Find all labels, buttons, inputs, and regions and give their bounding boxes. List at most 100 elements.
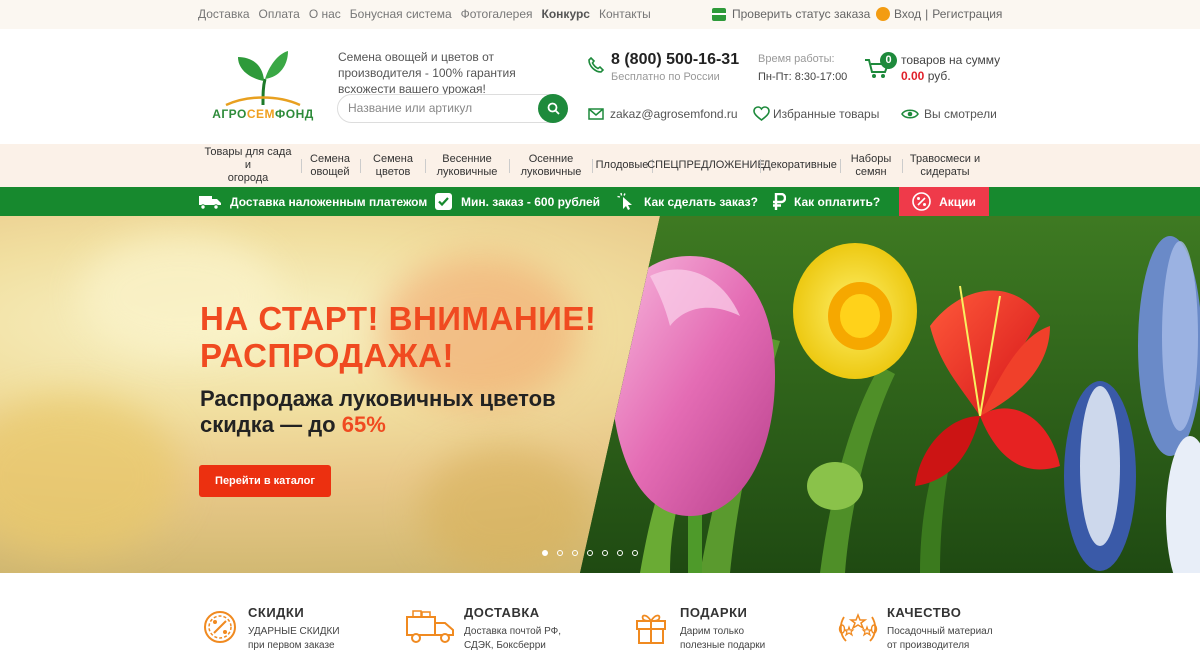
how-to-pay-link[interactable]: Как оплатить? (772, 187, 880, 216)
top-link-payment[interactable]: Оплата (259, 7, 300, 21)
slider-dot[interactable] (557, 550, 563, 556)
promotions-label: Акции (939, 194, 976, 209)
category-fruit[interactable]: Плодовые (595, 144, 649, 187)
feature-text: Доставка почтой РФ, СДЭК, Боксберри (464, 625, 561, 653)
slider-dot[interactable] (587, 550, 593, 556)
category-label-line1: Наборы (850, 152, 892, 165)
hero-slider: НА СТАРТ! ВНИМАНИЕ! РАСПРОДАЖА! Распрода… (0, 216, 1200, 573)
search-button[interactable] (538, 94, 568, 123)
category-label: Товары для сада и огорода (200, 146, 296, 185)
how-to-pay-label: Как оплатить? (794, 194, 881, 209)
check-status-label: Проверить статус заказа (732, 7, 871, 21)
category-vegetable-seeds[interactable]: Семена овощей (306, 144, 354, 187)
feature-title: СКИДКИ (248, 605, 305, 620)
category-label: Декоративные (763, 159, 837, 171)
favorites-link[interactable]: Избранные товары (773, 107, 879, 121)
feature-text-line1: Доставка почтой РФ, (464, 626, 562, 637)
phone-number[interactable]: 8 (800) 500-16-31 (611, 51, 739, 69)
hero-subtitle: Распродажа луковичных цветов скидка — до… (200, 386, 556, 438)
top-link-gallery[interactable]: Фотогалерея (461, 7, 533, 21)
category-label-line2: луковичные (520, 165, 582, 178)
feature-title: ДОСТАВКА (464, 605, 540, 620)
promotions-button[interactable]: Акции (899, 187, 989, 216)
check-status-link[interactable]: Проверить статус заказа (712, 7, 870, 21)
features-row: СКИДКИ УДАРНЫЕ СКИДКИ при первом заказе Д… (0, 573, 1200, 664)
delivery-truck-icon (406, 610, 454, 643)
category-label-line2: сидераты (920, 165, 970, 178)
cart-sum-value: 0.00 (901, 69, 925, 83)
search-box (337, 94, 568, 123)
cod-delivery-link[interactable]: Доставка наложенным платежом (198, 187, 427, 216)
feature-title: ПОДАРКИ (680, 605, 748, 620)
category-spring-bulbs[interactable]: Весенние луковичные (432, 144, 502, 187)
feature-text-line2: при первом заказе (248, 640, 335, 651)
logo-text: АГРОСЕМФОНД (208, 107, 318, 121)
email-link[interactable]: zakaz@agrosemfond.ru (610, 107, 738, 121)
category-label: Осенние луковичные (521, 153, 582, 179)
register-link[interactable]: Регистрация (932, 7, 1002, 21)
slider-dot[interactable] (602, 550, 608, 556)
category-label-line2: семян (855, 165, 887, 178)
slider-dots (542, 550, 638, 556)
hero-title: НА СТАРТ! ВНИМАНИЕ! РАСПРОДАЖА! (200, 300, 596, 374)
category-label-line2: цветов (375, 165, 411, 178)
slider-dot[interactable] (617, 550, 623, 556)
heart-icon (753, 106, 770, 122)
feature-text-line2: от производителя (887, 640, 970, 651)
category-special-offer[interactable]: СПЕЦПРЕДЛОЖЕНИЕ (647, 144, 765, 187)
sprout-logo-icon (225, 51, 301, 107)
cod-delivery-label: Доставка наложенным платежом (230, 194, 428, 209)
top-link-about[interactable]: О нас (309, 7, 341, 21)
search-input[interactable] (348, 101, 538, 115)
top-nav: Доставка Оплата О нас Бонусная система Ф… (198, 7, 660, 21)
category-label: Плодовые (595, 159, 649, 171)
hours-label: Время работы: (758, 53, 835, 65)
top-link-bonus[interactable]: Бонусная система (350, 7, 452, 21)
slider-dot[interactable] (572, 550, 578, 556)
user-icon (876, 7, 890, 21)
info-bar: Доставка наложенным платежом Мин. заказ … (0, 187, 1200, 216)
top-link-contest[interactable]: Конкурс (542, 7, 590, 21)
logo-text-agro: АГРО (212, 107, 247, 121)
slider-dot[interactable] (632, 550, 638, 556)
category-seed-sets[interactable]: Наборы семян (846, 144, 896, 187)
category-flower-seeds[interactable]: Семена цветов (368, 144, 418, 187)
phone-icon (588, 56, 605, 73)
viewed-link[interactable]: Вы смотрели (924, 107, 997, 121)
phone-subtitle: Бесплатно по России (611, 71, 720, 83)
how-to-order-link[interactable]: Как сделать заказ? (617, 187, 758, 216)
mail-icon (588, 108, 604, 120)
feature-text: Посадочный материал от производителя (887, 625, 993, 653)
flowers-illustration (580, 216, 1200, 573)
category-label-line1: Травосмеси и (909, 152, 981, 165)
login-link[interactable]: Вход (894, 7, 921, 21)
category-separator (840, 159, 841, 173)
feature-text: УДАРНЫЕ СКИДКИ при первом заказе (248, 625, 340, 653)
cart-text: товаров на сумму (901, 53, 1001, 67)
header: АГРОСЕМФОНД Семена овощей и цветов от пр… (0, 29, 1200, 144)
top-link-delivery[interactable]: Доставка (198, 7, 250, 21)
top-link-contacts[interactable]: Контакты (599, 7, 651, 21)
login-separator: | (925, 7, 929, 21)
hero-flowers-image (580, 216, 1200, 573)
go-to-catalog-button[interactable]: Перейти в каталог (199, 465, 331, 497)
category-separator (301, 159, 302, 173)
category-autumn-bulbs[interactable]: Осенние луковичные (516, 144, 586, 187)
logo[interactable]: АГРОСЕМФОНД (208, 49, 318, 129)
category-separator (592, 159, 593, 173)
min-order-info[interactable]: Мин. заказ - 600 рублей (434, 187, 600, 216)
hours-value: Пн-Пт: 8:30-17:00 (758, 71, 848, 83)
category-label: Травосмеси и сидераты (910, 153, 980, 179)
percent-circle-icon (912, 192, 931, 211)
feature-text: Дарим только полезные подарки (680, 625, 765, 653)
category-grass-mixes[interactable]: Травосмеси и сидераты (906, 144, 984, 187)
category-garden-goods[interactable]: Товары для сада и огорода (200, 144, 296, 187)
hero-discount-percent: 65% (341, 412, 386, 437)
hero-title-line1: НА СТАРТ! ВНИМАНИЕ! (200, 300, 597, 337)
slider-dot[interactable] (542, 550, 548, 556)
category-label: Наборы семян (851, 153, 892, 179)
category-decorative[interactable]: Декоративные (763, 144, 837, 187)
category-separator (902, 159, 903, 173)
category-label-line2: огорода (227, 172, 269, 184)
package-icon (712, 7, 726, 21)
